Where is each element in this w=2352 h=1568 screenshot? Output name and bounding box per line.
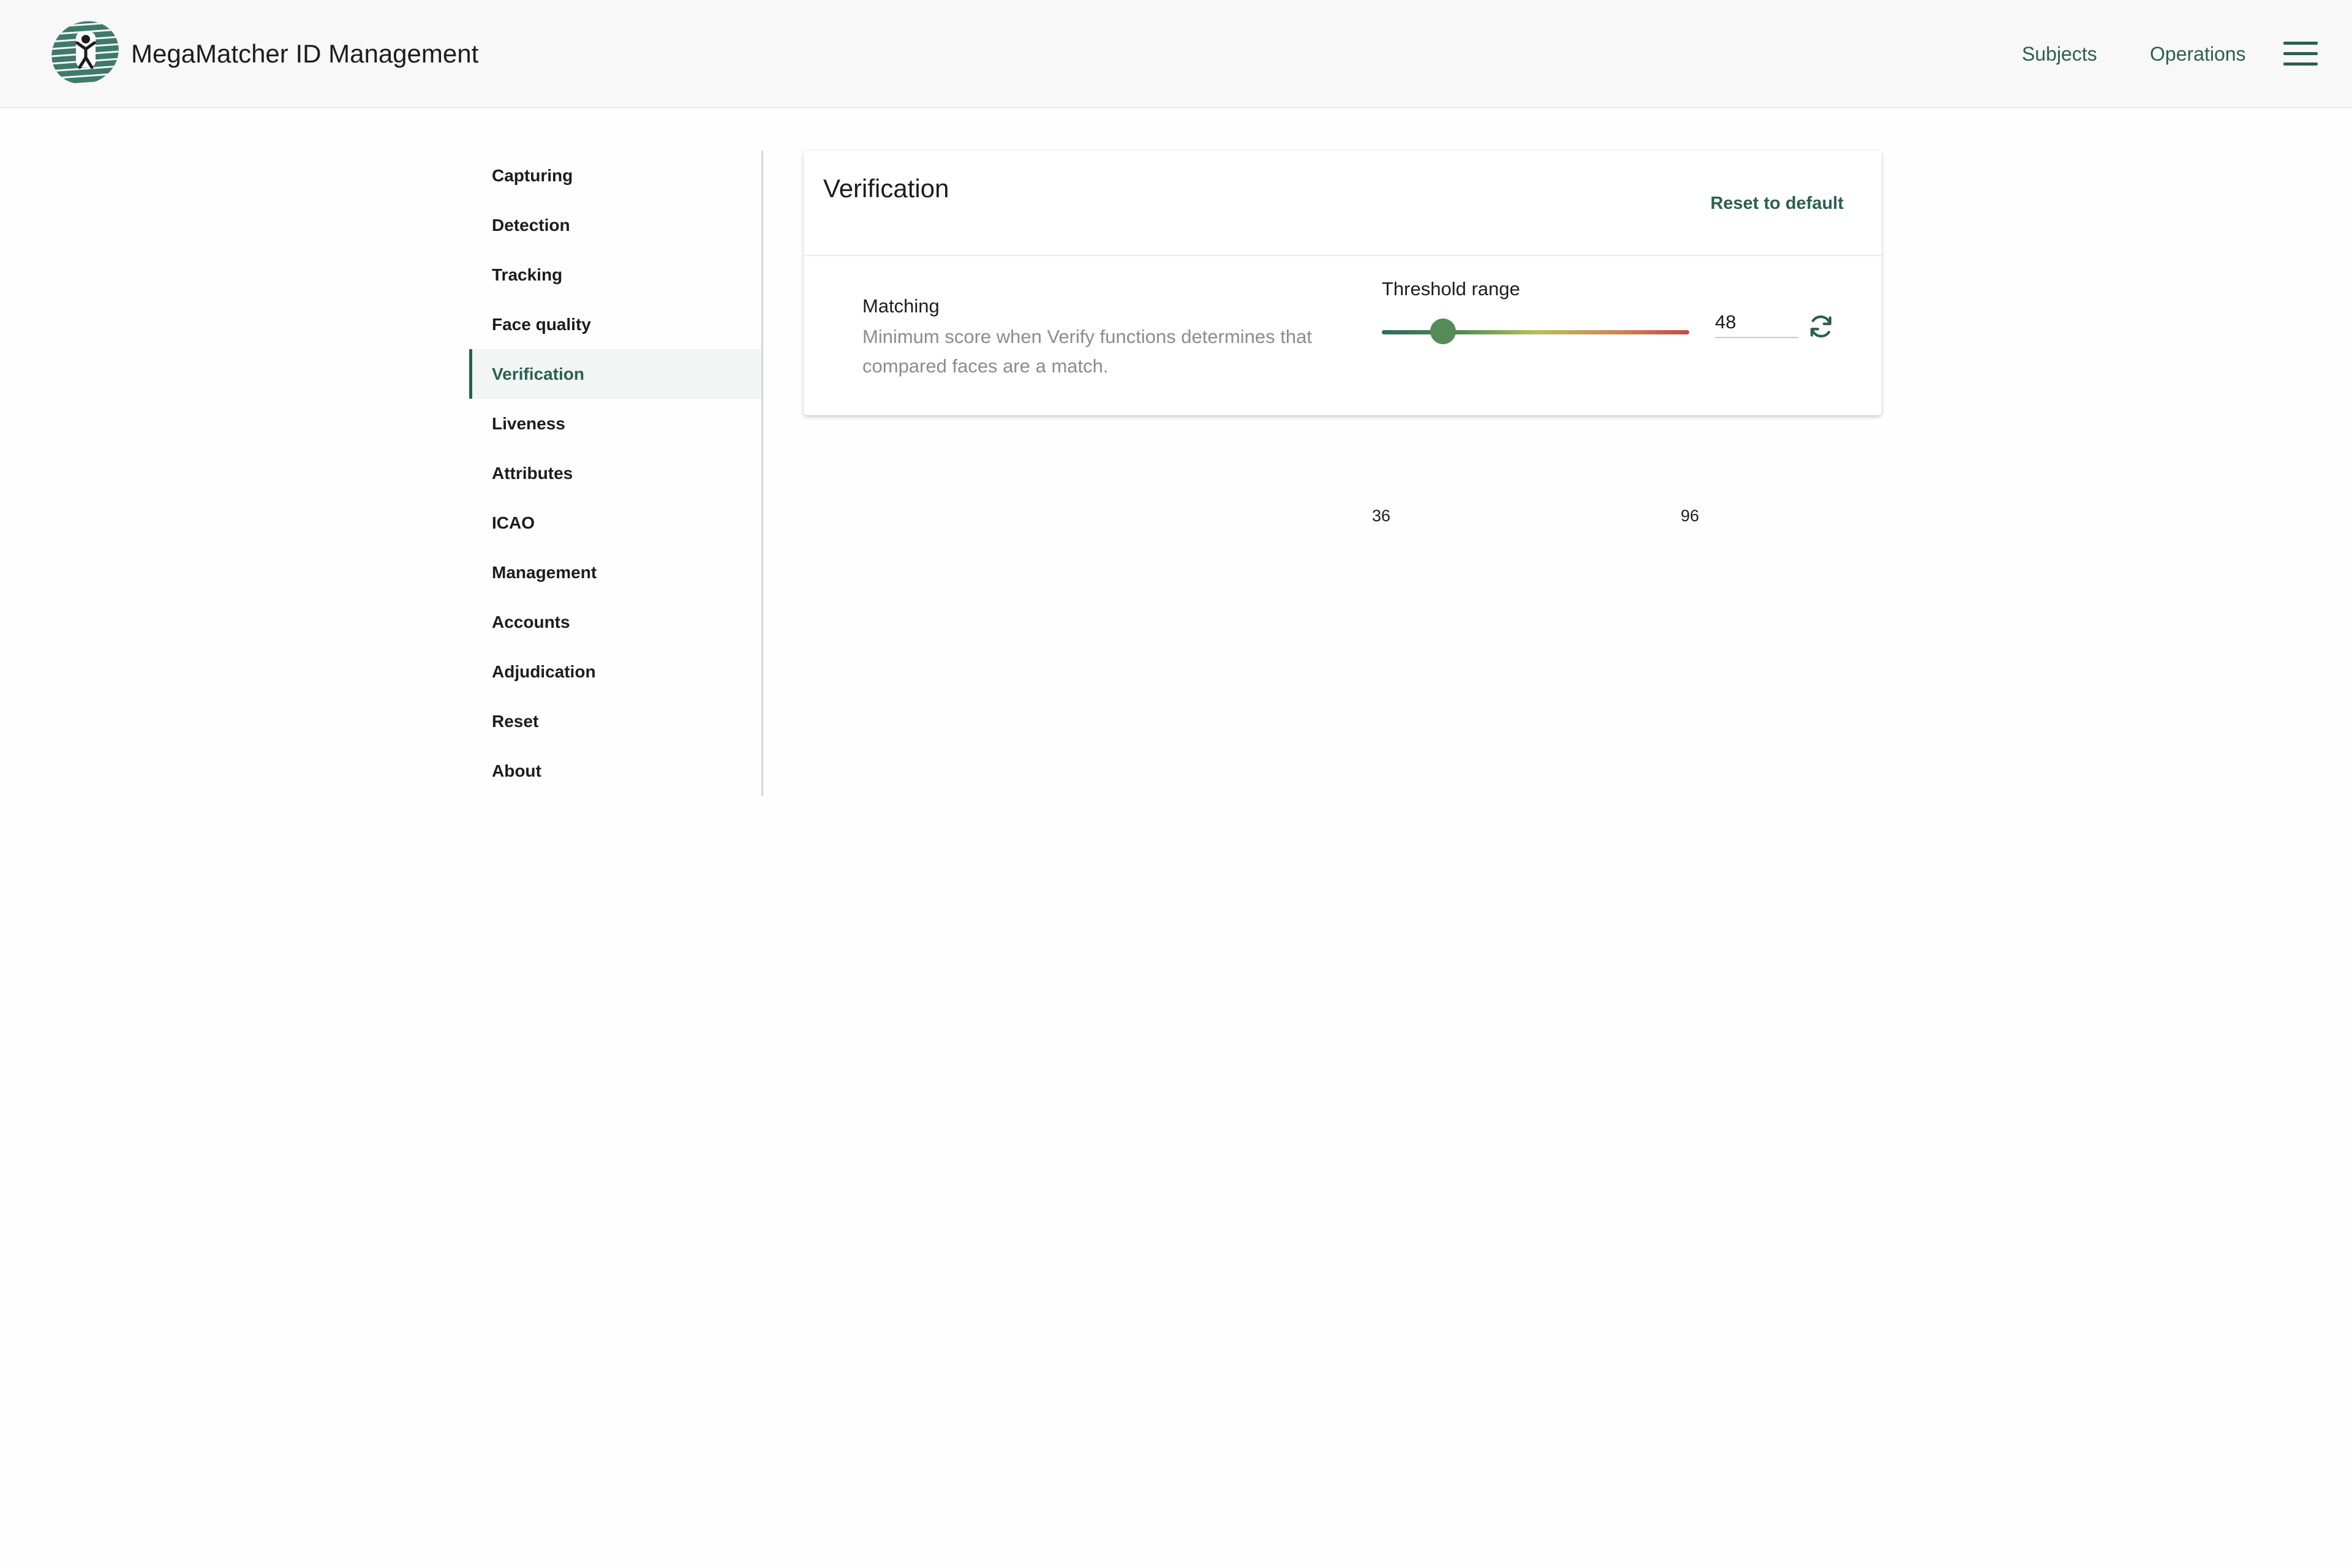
- sidebar-item-attributes[interactable]: Attributes: [469, 448, 761, 498]
- sidebar-item-detection[interactable]: Detection: [469, 200, 761, 250]
- sidebar-item-tracking[interactable]: Tracking: [469, 250, 761, 300]
- slider-max-label: 96: [1681, 507, 1700, 525]
- verification-card: Verification Reset to default Matching M…: [804, 151, 1882, 525]
- megamatcher-logo-icon[interactable]: [50, 18, 120, 87]
- app-header: MegaMatcher ID Management Subjects Opera…: [0, 0, 2352, 108]
- sidebar-item-face-quality[interactable]: Face quality: [469, 300, 761, 349]
- card-title: Verification: [823, 174, 949, 203]
- hamburger-menu-icon[interactable]: [2283, 42, 2318, 66]
- sidebar-item-verification[interactable]: Verification: [469, 349, 761, 399]
- slider-min-label: 36: [1372, 507, 1391, 525]
- reset-to-default-button[interactable]: Reset to default: [1710, 191, 1844, 216]
- sidebar-item-adjudication[interactable]: Adjudication: [469, 647, 761, 696]
- nav-operations-link[interactable]: Operations: [2150, 40, 2246, 67]
- sidebar-item-accounts[interactable]: Accounts: [469, 597, 761, 647]
- setting-name: Matching: [862, 295, 940, 317]
- nav-subjects-link[interactable]: Subjects: [2022, 40, 2097, 67]
- setting-description: Minimum score when Verify functions dete…: [862, 326, 1312, 377]
- app-title: MegaMatcher ID Management: [131, 39, 479, 68]
- sidebar-item-management[interactable]: Management: [469, 548, 761, 597]
- refresh-icon[interactable]: [1807, 312, 1835, 341]
- threshold-slider-track[interactable]: [1382, 330, 1689, 334]
- sidebar-item-about[interactable]: About: [469, 746, 761, 796]
- sidebar-item-capturing[interactable]: Capturing: [469, 151, 761, 200]
- threshold-label: Threshold range: [1382, 278, 1520, 300]
- threshold-slider-thumb[interactable]: [1430, 318, 1457, 344]
- threshold-value-input[interactable]: [1715, 307, 1798, 338]
- card-divider: [804, 255, 1882, 256]
- sidebar-item-liveness[interactable]: Liveness: [469, 399, 761, 448]
- sidebar-item-reset[interactable]: Reset: [469, 696, 761, 746]
- sidebar-item-icao[interactable]: ICAO: [469, 498, 761, 548]
- settings-sidebar: Capturing Detection Tracking Face qualit…: [469, 151, 763, 796]
